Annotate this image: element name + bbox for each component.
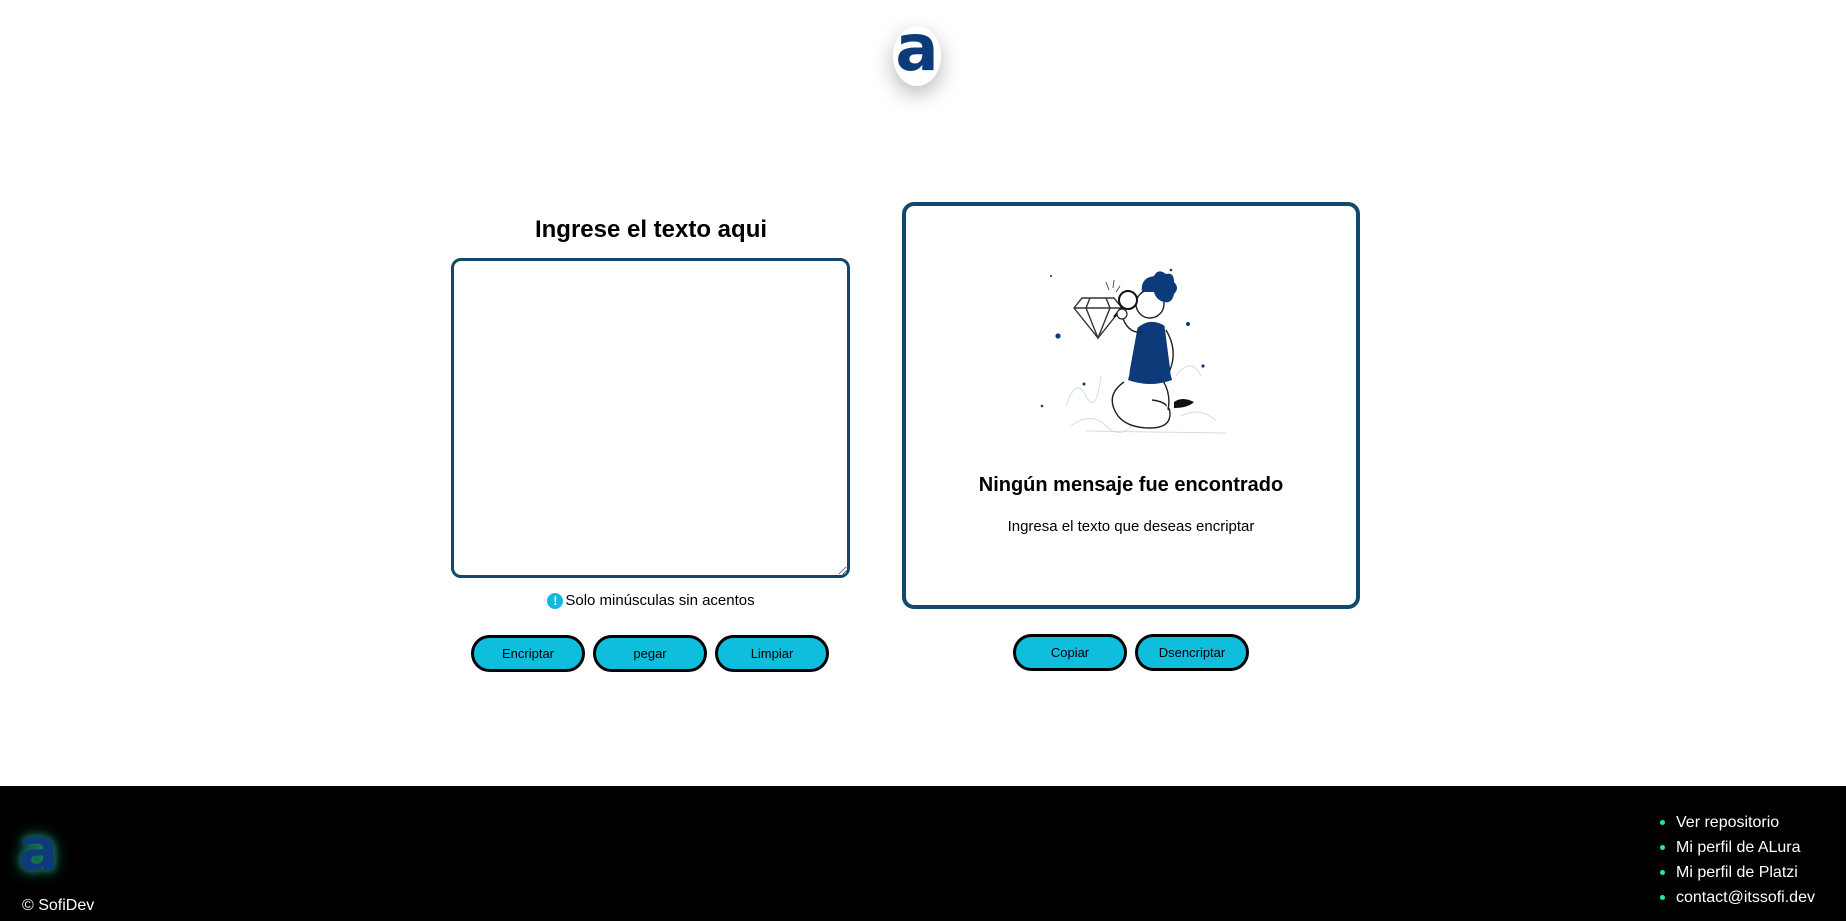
encrypt-button[interactable]: Encriptar	[471, 635, 585, 672]
copy-button[interactable]: Copiar	[1013, 634, 1127, 671]
footer-links: Ver repositorio Mi perfil de ALura Mi pe…	[1660, 810, 1815, 910]
link-repository[interactable]: Ver repositorio	[1660, 810, 1815, 835]
header-logo: a	[891, 12, 943, 88]
footer-logo-letter: a	[18, 815, 59, 885]
empty-state-title: Ningún mensaje fue encontrado	[978, 474, 1284, 496]
paste-button[interactable]: pegar	[593, 635, 707, 672]
hint-text: Solo minúsculas sin acentos	[565, 592, 755, 609]
output-panel: Ningún mensaje fue encontrado Ingresa el…	[902, 202, 1360, 609]
decrypt-button[interactable]: Dsencriptar	[1135, 634, 1249, 671]
output-actions: Copiar Dsencriptar	[1013, 634, 1249, 671]
link-contact-email[interactable]: contact@itssofi.dev	[1660, 885, 1815, 910]
clear-button[interactable]: Limpiar	[715, 635, 829, 672]
input-actions: Encriptar pegar Limpiar	[471, 635, 829, 672]
message-input[interactable]	[451, 258, 850, 578]
copyright-text: © SofiDev	[22, 897, 95, 914]
footer: a © SofiDev Ver repositorio Mi perfil de…	[0, 786, 1846, 921]
footer-logo: a	[18, 820, 60, 886]
empty-state-subtitle: Ingresa el texto que deseas encriptar	[1007, 518, 1255, 535]
input-heading: Ingrese el texto aqui	[534, 216, 768, 243]
diamond-icon	[1073, 297, 1123, 340]
input-hint: ! Solo minúsculas sin acentos	[450, 592, 852, 609]
link-alura-profile[interactable]: Mi perfil de ALura	[1660, 835, 1815, 860]
empty-state-illustration	[1040, 268, 1227, 434]
input-panel: Ingrese el texto aqui ! Solo minúsculas …	[450, 210, 852, 609]
logo-letter: a	[895, 12, 939, 86]
link-platzi-profile[interactable]: Mi perfil de Platzi	[1660, 860, 1815, 885]
info-icon: !	[547, 592, 564, 609]
